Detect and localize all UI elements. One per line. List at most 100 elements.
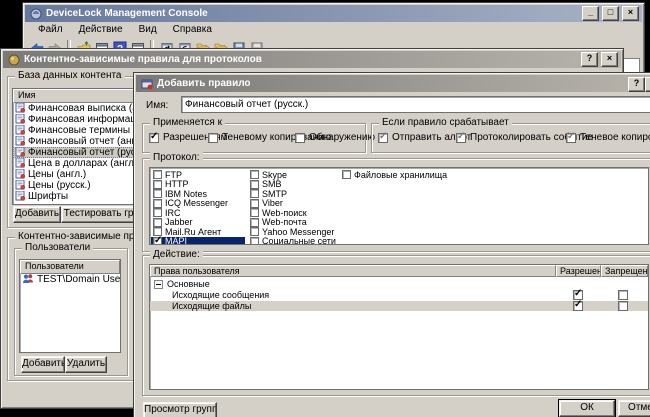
protocol-item[interactable]: Mail.Ru Агент bbox=[151, 227, 245, 237]
dialog-title: Добавить правило bbox=[157, 78, 251, 89]
checkbox-unchecked[interactable] bbox=[153, 208, 162, 217]
protocol-label: IRC bbox=[165, 208, 181, 218]
checkbox-unchecked[interactable] bbox=[295, 133, 305, 143]
protocol-item[interactable]: ICQ Messenger bbox=[151, 199, 245, 209]
checkbox-unchecked[interactable] bbox=[250, 180, 259, 189]
action-title: Действие: bbox=[150, 249, 203, 260]
protocol-label: Web-поиск bbox=[262, 208, 307, 218]
add-rule-dialog: Добавить правило ? × Имя: Применяется к … bbox=[133, 72, 650, 417]
right-label: Исходящие сообщения bbox=[150, 290, 269, 300]
checkbox-unchecked[interactable] bbox=[250, 189, 259, 198]
checkbox-unchecked[interactable] bbox=[153, 199, 162, 208]
checkbox-checked[interactable] bbox=[153, 237, 162, 245]
allowed-checkbox-checked[interactable] bbox=[573, 301, 583, 311]
menu-bar: Файл Действие Вид Справка bbox=[25, 22, 642, 37]
checkbox-checked[interactable] bbox=[149, 133, 159, 143]
protocol-title: Протокол: bbox=[150, 152, 203, 163]
user-rights-table[interactable]: Права пользователя Разрешено Запрещено О… bbox=[149, 264, 649, 390]
protocol-label: SMB bbox=[262, 179, 282, 189]
checkbox-unchecked[interactable] bbox=[250, 237, 259, 245]
collapse-icon[interactable] bbox=[154, 280, 163, 289]
protocol-item[interactable]: SMB bbox=[248, 180, 338, 190]
protocol-label: Skype bbox=[262, 170, 287, 180]
rule-name-input[interactable] bbox=[181, 96, 650, 113]
view-group-button[interactable]: Просмотр группы bbox=[143, 402, 217, 417]
checkbox-label: Теневое копирование bbox=[580, 132, 650, 143]
users-list[interactable]: Пользователи TEST\Domain Users bbox=[19, 259, 121, 353]
help-button[interactable]: ? bbox=[581, 52, 598, 67]
cancel-button[interactable]: Отмена bbox=[618, 400, 650, 417]
protocol-item[interactable]: FTP bbox=[151, 170, 245, 180]
add-user-button[interactable]: Добавить bbox=[21, 356, 65, 373]
applies-to-group: Применяется к Разрешениям Теневому копир… bbox=[142, 123, 366, 153]
minimize-button[interactable]: _ bbox=[582, 6, 599, 21]
checkbox-unchecked[interactable] bbox=[153, 180, 162, 189]
checkbox-checked-gray[interactable] bbox=[378, 133, 388, 143]
right-row-outgoing-files[interactable]: Исходящие файлы bbox=[150, 301, 648, 311]
checkbox-unchecked[interactable] bbox=[250, 227, 259, 236]
protocol-item[interactable]: Jabber bbox=[151, 218, 245, 228]
menu-help[interactable]: Справка bbox=[166, 23, 219, 36]
protocol-item[interactable]: Файловые хранилища bbox=[340, 170, 490, 180]
list-item-label: Финансовый отчет (англ.) bbox=[28, 136, 147, 147]
maximize-button[interactable]: □ bbox=[602, 6, 619, 21]
checkbox-unchecked[interactable] bbox=[250, 218, 259, 227]
checkbox-unchecked[interactable] bbox=[153, 218, 162, 227]
checkbox-unchecked[interactable] bbox=[153, 170, 162, 179]
content-group-icon bbox=[15, 136, 25, 147]
protocol-item[interactable]: Социальные сети bbox=[248, 237, 338, 246]
protocol-column-3: Файловые хранилища bbox=[340, 170, 490, 180]
protocol-label: Социальные сети bbox=[262, 236, 336, 245]
user-list-item-label: TEST\Domain Users bbox=[37, 274, 120, 285]
dialog-close-button[interactable]: × bbox=[645, 77, 650, 92]
protocol-label: Web-почта bbox=[262, 217, 307, 227]
shadow-copy-checkbox-row[interactable]: Теневое копирование bbox=[566, 132, 650, 143]
protocol-item[interactable]: Web-почта bbox=[248, 218, 338, 228]
denied-checkbox-unchecked[interactable] bbox=[618, 301, 628, 311]
checkbox-unchecked[interactable] bbox=[342, 170, 351, 179]
column-header-users[interactable]: Пользователи bbox=[20, 260, 120, 274]
menu-action[interactable]: Действие bbox=[72, 23, 130, 36]
checkbox-unchecked[interactable] bbox=[208, 133, 218, 143]
users-group: Пользователи Пользователи TEST\Domain Us… bbox=[14, 248, 128, 376]
content-group-icon bbox=[15, 158, 25, 169]
column-header-rights[interactable]: Права пользователя bbox=[150, 265, 556, 277]
protocol-label: SMTP bbox=[262, 189, 287, 199]
add-content-group-button[interactable]: Добавить bbox=[13, 206, 61, 223]
name-label: Имя: bbox=[146, 100, 168, 111]
checkbox-unchecked[interactable] bbox=[250, 208, 259, 217]
column-header-denied[interactable]: Запрещено bbox=[601, 265, 648, 277]
protocol-item[interactable]: HTTP bbox=[151, 180, 245, 190]
column-header-allowed[interactable]: Разрешено bbox=[556, 265, 601, 277]
delete-user-button[interactable]: Удалить bbox=[65, 356, 107, 373]
add-rule-dialog-icon bbox=[139, 76, 154, 91]
protocol-item[interactable]: IRC bbox=[151, 208, 245, 218]
protocol-column-2: Skype SMB SMTP Viber Web-поиск Web-почта… bbox=[248, 170, 338, 245]
checkbox-label: Обнаружению bbox=[309, 132, 375, 143]
menu-view[interactable]: Вид bbox=[132, 23, 164, 36]
detection-checkbox-row[interactable]: Обнаружению bbox=[295, 132, 375, 143]
protocol-list[interactable]: FTP HTTP IBM Notes ICQ Messenger IRC Jab… bbox=[149, 167, 649, 245]
protocol-label: Jabber bbox=[165, 217, 193, 227]
checkbox-unchecked[interactable] bbox=[153, 189, 162, 198]
checkbox-unchecked[interactable] bbox=[250, 199, 259, 208]
protocol-label: IBM Notes bbox=[165, 189, 207, 199]
protocol-item[interactable]: Yahoo Messenger bbox=[248, 227, 338, 237]
close-button[interactable]: × bbox=[622, 6, 639, 21]
denied-checkbox-unchecked[interactable] bbox=[618, 290, 628, 300]
checkbox-checked-gray[interactable] bbox=[566, 133, 576, 143]
dialog-help-button[interactable]: ? bbox=[628, 77, 645, 92]
protocol-item[interactable]: Skype bbox=[248, 170, 338, 180]
checkbox-unchecked[interactable] bbox=[250, 170, 259, 179]
ok-button[interactable]: ОК bbox=[559, 400, 615, 417]
protocol-item[interactable]: Web-поиск bbox=[248, 208, 338, 218]
close-button[interactable]: × bbox=[601, 52, 618, 67]
protocol-label: Yahoo Messenger bbox=[262, 227, 334, 237]
protocol-item[interactable]: SMTP bbox=[248, 189, 338, 199]
menu-file[interactable]: Файл bbox=[31, 23, 70, 36]
protocol-item[interactable]: Viber bbox=[248, 199, 338, 209]
protocol-item[interactable]: IBM Notes bbox=[151, 189, 245, 199]
protocol-item-selected[interactable]: MAPI bbox=[151, 237, 245, 246]
user-list-item[interactable]: TEST\Domain Users bbox=[20, 274, 120, 285]
checkbox-checked-gray[interactable] bbox=[456, 133, 466, 143]
